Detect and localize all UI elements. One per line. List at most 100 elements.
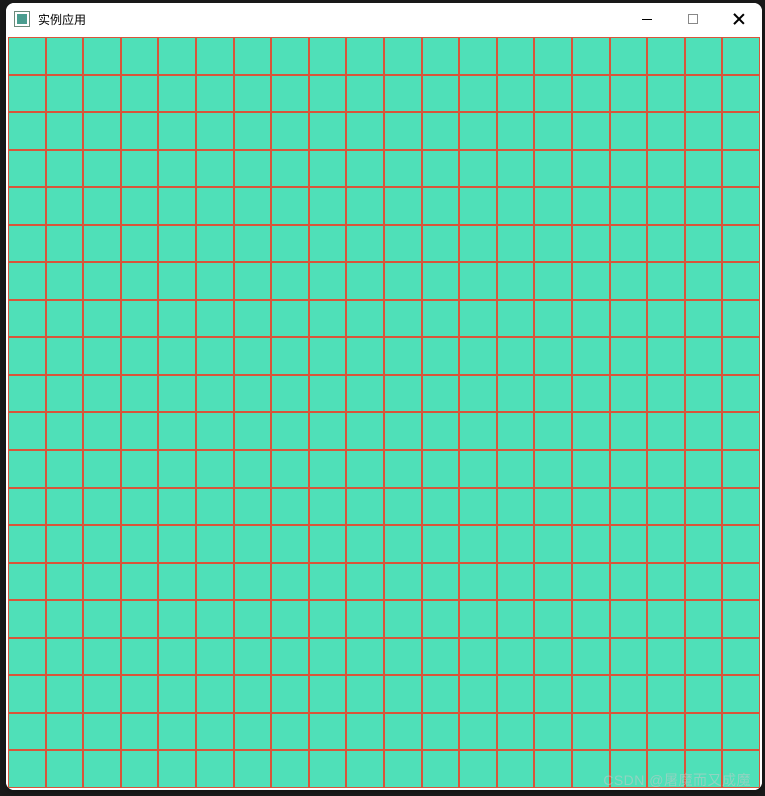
grid-cell [121,375,159,413]
grid-cell [422,262,460,300]
grid-cell [346,375,384,413]
grid-cell [158,638,196,676]
grid-cell [422,150,460,188]
grid-cell [722,638,760,676]
grid-cell [685,75,723,113]
maximize-button[interactable] [670,3,716,35]
grid-cell [158,262,196,300]
grid-cell [647,675,685,713]
grid-cell [497,300,535,338]
grid-cell [83,412,121,450]
grid-cell [647,375,685,413]
grid-cell [384,300,422,338]
client-area [6,35,762,790]
grid-cell [722,262,760,300]
grid-cell [685,713,723,751]
grid-cell [271,450,309,488]
application-window: 实例应用 [6,3,762,790]
grid-cell [722,750,760,788]
grid-cell [572,600,610,638]
grid-cell [422,638,460,676]
grid-cell [610,412,648,450]
grid-cell [497,225,535,263]
grid-cell [196,675,234,713]
grid-cell [459,75,497,113]
grid-cell [647,713,685,751]
grid-cell [346,75,384,113]
grid-cell [534,300,572,338]
grid-cell [271,37,309,75]
grid-cell [121,713,159,751]
grid-cell [234,450,272,488]
grid-cell [158,713,196,751]
grid-cell [83,112,121,150]
grid-cell [685,600,723,638]
grid-cell [534,150,572,188]
close-button[interactable] [716,3,762,35]
grid-cell [8,187,46,225]
grid-cell [497,600,535,638]
grid-cell [8,300,46,338]
grid-cell [234,563,272,601]
titlebar[interactable]: 实例应用 [6,3,762,35]
grid-cell [8,262,46,300]
grid-cell [121,337,159,375]
grid-cell [271,187,309,225]
grid-cell [497,412,535,450]
grid-cell [121,750,159,788]
grid-cell [459,375,497,413]
grid-cell [46,675,84,713]
grid-cell [46,150,84,188]
grid-cell [534,412,572,450]
grid-cell [422,75,460,113]
grid-cell [121,187,159,225]
grid-cell [497,37,535,75]
grid-cell [46,713,84,751]
grid-cell [158,450,196,488]
grid-cell [422,337,460,375]
grid-cell [422,300,460,338]
grid-cell [158,225,196,263]
grid-cell [572,713,610,751]
app-icon [14,11,30,27]
grid-cell [346,337,384,375]
grid-cell [459,112,497,150]
grid-cell [459,638,497,676]
grid-cell [497,337,535,375]
grid-cell [121,675,159,713]
grid-cell [459,525,497,563]
grid-cell [685,675,723,713]
grid-cell [685,638,723,676]
grid-cell [384,75,422,113]
grid-cell [46,300,84,338]
grid-cell [685,450,723,488]
grid-cell [234,75,272,113]
grid-cell [234,600,272,638]
grid-cell [83,75,121,113]
grid-cell [384,600,422,638]
grid-cell [309,525,347,563]
grid-cell [534,638,572,676]
grid-cell [610,638,648,676]
grid-cell [46,375,84,413]
grid-cell [46,112,84,150]
grid-cell [271,300,309,338]
grid-cell [685,525,723,563]
maximize-icon [688,14,698,24]
grid-cell [271,262,309,300]
grid-cell [196,37,234,75]
grid-cell [271,225,309,263]
minimize-button[interactable] [624,3,670,35]
grid-cell [46,225,84,263]
grid-cell [121,412,159,450]
grid-cell [8,713,46,751]
grid-cell [384,375,422,413]
grid-cell [572,187,610,225]
grid-cell [234,488,272,526]
grid-cell [685,412,723,450]
grid-cell [722,563,760,601]
grid-cell [647,262,685,300]
grid-cell [8,112,46,150]
grid-cell [610,225,648,263]
grid-cell [234,262,272,300]
